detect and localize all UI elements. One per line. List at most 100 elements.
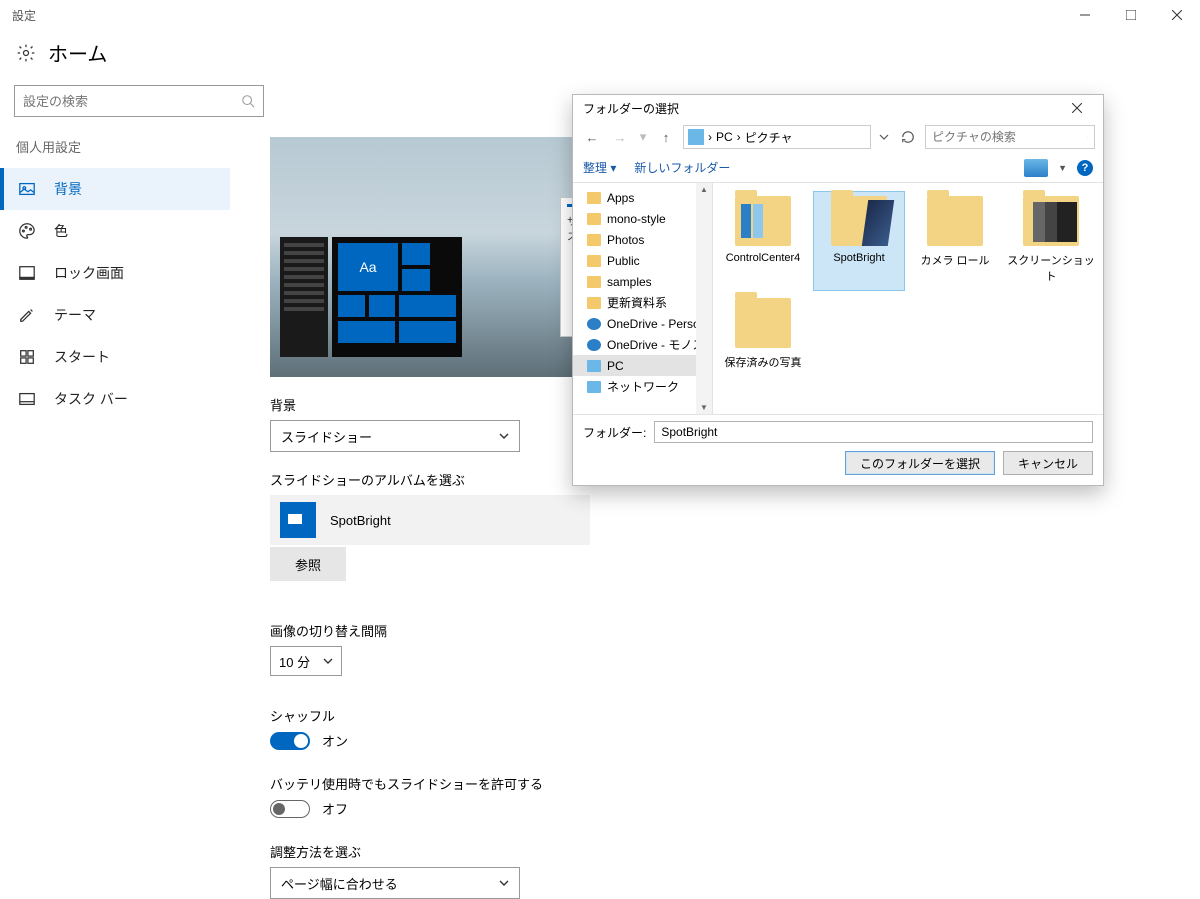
folder-icon: [587, 213, 601, 225]
chevron-down-icon: [499, 878, 509, 888]
window-title: 設定: [12, 7, 36, 24]
preview-tile-aa: Aa: [338, 243, 398, 291]
image-icon: [18, 180, 36, 198]
tree-item-label: Photos: [607, 233, 644, 247]
scroll-up-icon[interactable]: ▲: [700, 185, 708, 194]
breadcrumb-sep: ›: [737, 130, 741, 144]
folder-item[interactable]: ControlCenter4: [717, 191, 809, 291]
folder-icon: [587, 234, 601, 246]
close-button[interactable]: [1154, 0, 1200, 30]
fit-value: ページ幅に合わせる: [281, 874, 398, 893]
tree-item[interactable]: samples: [573, 271, 712, 292]
drive-icon: [587, 381, 601, 393]
nav-themes[interactable]: テーマ: [0, 294, 230, 336]
folder-item[interactable]: スクリーンショット: [1005, 191, 1097, 291]
select-folder-button[interactable]: このフォルダーを選択: [845, 451, 995, 475]
gear-icon: [16, 43, 36, 63]
folder-icon: [587, 255, 601, 267]
dialog-titlebar: フォルダーの選択: [573, 95, 1103, 121]
nav-label: 背景: [54, 179, 82, 199]
folder-item[interactable]: SpotBright: [813, 191, 905, 291]
cloud-icon: [587, 318, 601, 330]
home-label: ホーム: [48, 38, 107, 67]
browse-button[interactable]: 参照: [270, 547, 346, 581]
tree-item-label: 更新資料系: [607, 294, 667, 311]
view-mode-button[interactable]: [1024, 159, 1048, 177]
home-header[interactable]: ホーム: [0, 30, 1200, 85]
tree-item[interactable]: ネットワーク: [573, 376, 712, 397]
folder-icon: [587, 276, 601, 288]
nav-colors[interactable]: 色: [0, 210, 230, 252]
nav-label: タスク バー: [54, 389, 128, 409]
search-icon: [1087, 137, 1088, 138]
help-button[interactable]: ?: [1077, 160, 1093, 176]
tree-item[interactable]: 更新資料系: [573, 292, 712, 313]
folder-icon: [831, 196, 887, 246]
nav-taskbar[interactable]: タスク バー: [0, 378, 230, 420]
settings-search[interactable]: [14, 85, 264, 117]
search-input[interactable]: [23, 94, 241, 109]
nav-up-button[interactable]: ↑: [655, 126, 677, 148]
folder-grid[interactable]: ControlCenter4SpotBrightカメラ ロールスクリーンショット…: [713, 183, 1103, 414]
address-bar[interactable]: › PC › ピクチャ: [683, 125, 871, 149]
nav-lockscreen[interactable]: ロック画面: [0, 252, 230, 294]
interval-value: 10 分: [279, 652, 310, 671]
shuffle-toggle[interactable]: [270, 732, 310, 750]
toolbar-organize[interactable]: 整理 ▾: [583, 159, 616, 176]
breadcrumb-sep: ›: [708, 130, 712, 144]
tree-item[interactable]: OneDrive - モノスタ: [573, 334, 712, 355]
folder-tree[interactable]: Apps mono-style Photos Publicsamples 更新資料系 On…: [573, 183, 713, 414]
scroll-down-icon[interactable]: ▼: [700, 403, 708, 412]
album-selection: SpotBright: [270, 495, 590, 545]
tree-item[interactable]: Public: [573, 250, 712, 271]
drive-icon: [688, 129, 704, 145]
folder-icon: [1023, 196, 1079, 246]
tree-item[interactable]: Apps: [573, 187, 712, 208]
folder-item[interactable]: カメラ ロール: [909, 191, 1001, 291]
nav-back-button[interactable]: ←: [581, 126, 603, 148]
nav-label: スタート: [54, 347, 110, 367]
folder-item[interactable]: 保存済みの写真: [717, 293, 809, 393]
nav-background[interactable]: 背景: [0, 168, 230, 210]
tree-item-label: ネットワーク: [607, 378, 679, 395]
tree-item[interactable]: OneDrive - Person: [573, 313, 712, 334]
minimize-button[interactable]: [1062, 0, 1108, 30]
nav-recent-dropdown[interactable]: ▾: [637, 126, 649, 148]
breadcrumb-root[interactable]: PC: [716, 130, 733, 144]
tree-item[interactable]: Photos: [573, 229, 712, 250]
interval-dropdown[interactable]: 10 分: [270, 646, 342, 676]
toolbar-new-folder[interactable]: 新しいフォルダー: [634, 159, 730, 176]
palette-icon: [18, 222, 36, 240]
nav-start[interactable]: スタート: [0, 336, 230, 378]
nav-label: ロック画面: [54, 263, 124, 283]
tree-item[interactable]: PC: [573, 355, 712, 376]
dialog-search-input[interactable]: [932, 130, 1087, 144]
tree-item-label: OneDrive - Person: [607, 317, 706, 331]
tree-item[interactable]: mono-style: [573, 208, 712, 229]
dialog-close-button[interactable]: [1057, 95, 1097, 121]
brush-icon: [18, 306, 36, 324]
folder-icon: [927, 196, 983, 246]
maximize-button[interactable]: [1108, 0, 1154, 30]
folder-icon: [587, 297, 601, 309]
shuffle-state: オン: [322, 731, 348, 750]
battery-toggle[interactable]: [270, 800, 310, 818]
tree-item-label: mono-style: [607, 212, 666, 226]
view-mode-dropdown[interactable]: ▼: [1058, 163, 1067, 173]
dialog-search[interactable]: [925, 125, 1095, 149]
chevron-down-icon: [323, 656, 333, 666]
tree-scrollbar[interactable]: ▲ ▼: [696, 183, 712, 414]
breadcrumb-current[interactable]: ピクチャ: [745, 129, 793, 146]
address-history-dropdown[interactable]: [877, 126, 891, 148]
background-mode-dropdown[interactable]: スライドショー: [270, 420, 520, 452]
refresh-button[interactable]: [897, 126, 919, 148]
preview-tiles: Aa: [332, 237, 462, 357]
battery-label: バッテリ使用時でもスライドショーを許可する: [270, 774, 1160, 793]
cancel-button[interactable]: キャンセル: [1003, 451, 1093, 475]
taskbar-icon: [18, 390, 36, 408]
dialog-title: フォルダーの選択: [583, 100, 679, 117]
category-title: 個人用設定: [16, 137, 214, 156]
fit-dropdown[interactable]: ページ幅に合わせる: [270, 867, 520, 899]
folder-field-input[interactable]: [654, 421, 1093, 443]
nav-forward-button[interactable]: →: [609, 126, 631, 148]
